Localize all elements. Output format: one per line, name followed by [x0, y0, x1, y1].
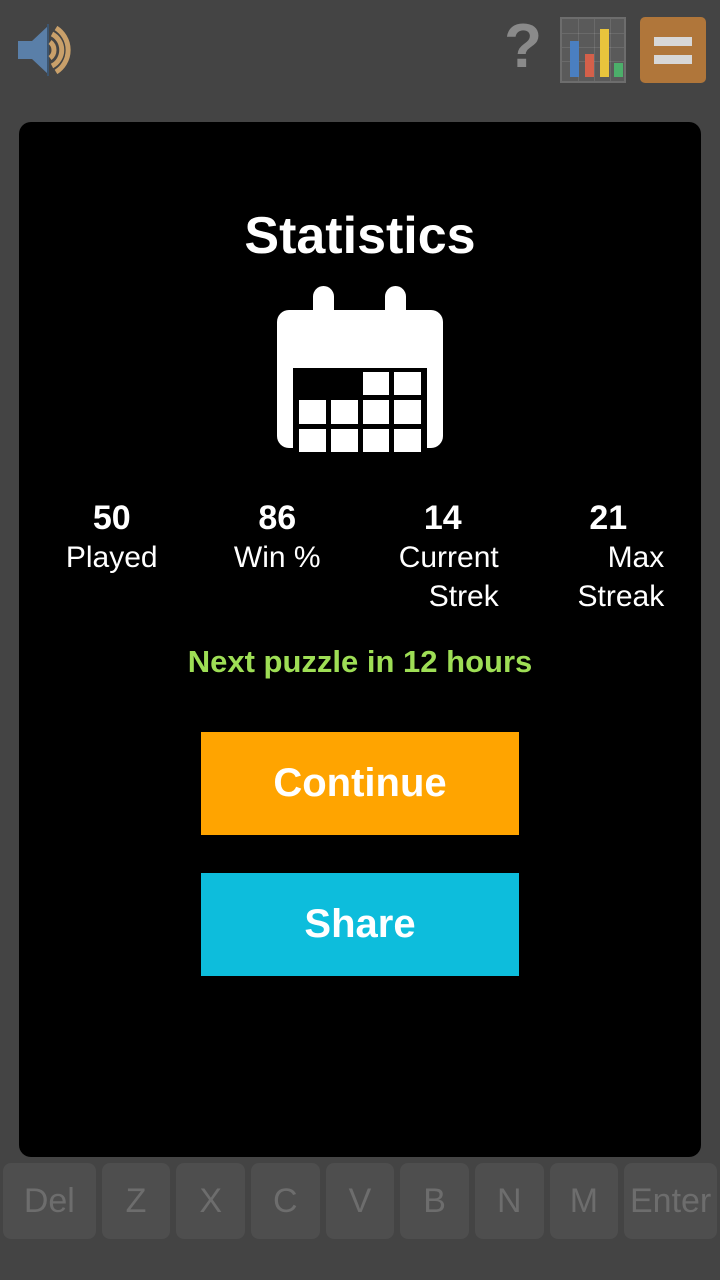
calendar-cell — [330, 400, 358, 424]
stat-label: Current Strek — [398, 541, 499, 613]
keyboard-row: Del Z X C V B N M Enter — [0, 1157, 720, 1280]
calendar-cell — [362, 400, 390, 424]
chart-bar-3 — [600, 29, 609, 77]
calendar-icon-wrap — [19, 286, 701, 456]
calendar-body — [277, 310, 443, 456]
calendar-cell — [299, 372, 326, 395]
calendar-cell — [331, 372, 358, 395]
share-button[interactable]: Share — [201, 873, 519, 976]
calendar-icon — [277, 286, 443, 456]
stat-label: Win % — [233, 541, 321, 574]
calendar-cell — [362, 372, 390, 396]
key-c[interactable]: C — [251, 1163, 320, 1239]
key-enter[interactable]: Enter — [624, 1163, 717, 1239]
calendar-cell — [394, 400, 421, 424]
stat-win-percent: 86 Win % — [195, 498, 361, 616]
stat-played: 50 Played — [29, 498, 195, 616]
calendar-cell — [362, 428, 390, 452]
calendar-grid — [293, 368, 427, 456]
key-b[interactable]: B — [400, 1163, 469, 1239]
menu-bar-2 — [654, 54, 692, 64]
calendar-cell — [394, 428, 421, 452]
menu-bar-1 — [654, 36, 692, 46]
stat-value: 50 — [92, 499, 131, 537]
top-bar-actions: ? — [500, 16, 706, 83]
top-bar: ? — [0, 0, 720, 100]
modal-actions: Continue Share — [19, 732, 701, 976]
next-puzzle-timer: Next puzzle in 12 hours — [187, 644, 533, 679]
app-root: ? Statistics 50 Played 86 Win % 14 Curre… — [0, 0, 720, 1280]
stats-icon[interactable] — [560, 17, 626, 83]
page-title: Statistics — [244, 207, 476, 265]
calendar-cell — [394, 372, 421, 396]
speaker-icon[interactable] — [14, 20, 86, 80]
stat-max-streak: 21 Max Streak — [526, 498, 692, 616]
calendar-cell — [330, 428, 358, 452]
stat-label: Played — [65, 541, 158, 574]
key-v[interactable]: V — [325, 1163, 395, 1239]
hamburger-menu-icon[interactable] — [640, 17, 706, 83]
stat-value: 14 — [423, 499, 462, 537]
calendar-cell — [299, 428, 326, 452]
continue-button[interactable]: Continue — [201, 732, 519, 835]
stats-row: 50 Played 86 Win % 14 Current Strek 21 M… — [19, 498, 701, 616]
chart-bar-1 — [570, 41, 579, 77]
stat-value: 86 — [258, 499, 297, 537]
stat-current-streak: 14 Current Strek — [360, 498, 526, 616]
chart-bar-2 — [585, 54, 594, 77]
key-x[interactable]: X — [176, 1163, 245, 1239]
help-icon[interactable]: ? — [500, 16, 546, 83]
chart-bar-4 — [614, 63, 623, 77]
calendar-cell — [299, 400, 326, 424]
key-n[interactable]: N — [474, 1163, 544, 1239]
speaker-icon-svg — [18, 24, 71, 76]
key-del[interactable]: Del — [3, 1163, 96, 1239]
stat-label: Max Streak — [577, 541, 665, 613]
stat-value: 21 — [589, 499, 628, 537]
statistics-modal: Statistics 50 Played 86 Win % 14 Current… — [19, 122, 701, 1157]
key-m[interactable]: M — [549, 1163, 619, 1239]
key-z[interactable]: Z — [101, 1163, 171, 1239]
